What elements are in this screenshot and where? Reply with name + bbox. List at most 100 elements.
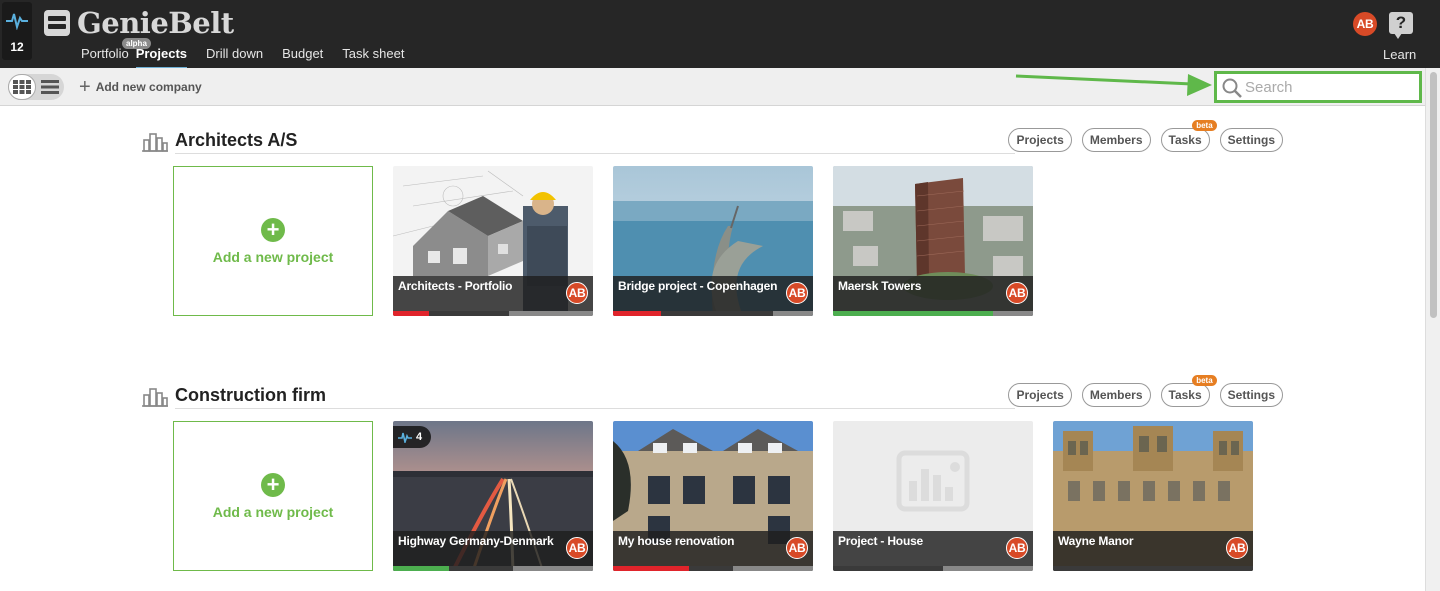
project-cards: + Add a new project Architects - Portfol… (173, 166, 1053, 316)
project-cards: + Add a new project 4 Highway Germany-De… (173, 421, 1273, 571)
project-name: Bridge project - Copenhagen (618, 279, 778, 293)
add-project-card[interactable]: + Add a new project (173, 166, 373, 316)
company-section: Construction firm Projects Members Tasks… (142, 375, 1283, 571)
nav-projects[interactable]: Projects (135, 46, 188, 69)
company-building-icon (142, 133, 168, 152)
search-icon (1222, 78, 1242, 98)
annotation-arrow-icon (1015, 74, 1212, 96)
project-owner-avatar[interactable]: AB (1006, 537, 1028, 559)
project-info-bar: Maersk Towers AB (833, 276, 1033, 316)
company-members-button[interactable]: Members (1081, 128, 1151, 152)
company-tasks-button[interactable]: Tasks beta (1160, 120, 1217, 152)
tasks-label: Tasks (1168, 133, 1202, 147)
logo-text: GenieBelt (77, 6, 234, 40)
logo-mark-icon (44, 10, 70, 36)
company-projects-button[interactable]: Projects (1008, 128, 1072, 152)
project-pulse-count: 4 (416, 431, 423, 443)
progress-fill (833, 311, 1033, 316)
project-card[interactable]: Wayne Manor AB (1053, 421, 1253, 571)
project-name: Maersk Towers (838, 279, 922, 293)
plus-circle-icon: + (261, 472, 285, 497)
pulse-count: 12 (10, 40, 24, 54)
project-progress-bar (833, 566, 1033, 571)
learn-link[interactable]: Learn (1383, 47, 1416, 62)
project-name: Architects - Portfolio (398, 279, 513, 293)
project-name: My house renovation (618, 534, 735, 548)
project-info-bar: My house renovation AB (613, 531, 813, 571)
project-progress-bar (393, 311, 593, 316)
nav-drill-down[interactable]: Drill down (206, 46, 263, 67)
vertical-scrollbar[interactable] (1425, 68, 1440, 591)
project-info-bar: Architects - Portfolio AB (393, 276, 593, 316)
company-actions: Projects Members Tasks beta Settings (998, 375, 1283, 407)
project-owner-avatar[interactable]: AB (566, 282, 588, 304)
list-view-button[interactable] (36, 74, 64, 100)
add-project-card[interactable]: + Add a new project (173, 421, 373, 571)
project-card[interactable]: 4 Highway Germany-Denmark AB (393, 421, 593, 571)
grid-view-button[interactable] (8, 74, 36, 100)
beta-badge: beta (1192, 120, 1217, 131)
company-projects-button[interactable]: Projects (1008, 383, 1072, 407)
company-section: Architects A/S Projects Members Tasks be… (142, 120, 1283, 316)
project-pulse-badge[interactable]: 4 (393, 426, 431, 448)
project-card[interactable]: Maersk Towers AB (833, 166, 1033, 316)
progress-fill (613, 566, 813, 571)
top-header: 12 GenieBelt Portfolio alpha Projects Dr… (0, 0, 1440, 69)
project-progress-bar (833, 311, 1033, 316)
project-progress-bar (393, 566, 593, 571)
geniebelt-logo[interactable]: GenieBelt (44, 6, 234, 40)
progress-fill (393, 311, 593, 316)
plus-icon: + (79, 76, 91, 98)
project-info-bar: Project - House AB (833, 531, 1033, 571)
company-members-button[interactable]: Members (1081, 383, 1151, 407)
project-owner-avatar[interactable]: AB (786, 282, 808, 304)
add-company-label: Add new company (95, 80, 202, 94)
project-info-bar: Bridge project - Copenhagen AB (613, 276, 813, 316)
add-company-button[interactable]: + Add new company (79, 76, 202, 98)
project-progress-bar (613, 311, 813, 316)
pulse-notifications[interactable]: 12 (2, 2, 32, 60)
user-avatar[interactable]: AB (1353, 12, 1377, 36)
company-building-icon (142, 388, 168, 407)
divider (175, 408, 1015, 409)
company-tasks-button[interactable]: Tasks beta (1160, 375, 1217, 407)
project-info-bar: Highway Germany-Denmark AB (393, 531, 593, 571)
pulse-icon (6, 13, 28, 30)
divider (175, 153, 1015, 154)
pulse-icon (398, 432, 412, 443)
beta-badge: beta (1192, 375, 1217, 386)
help-icon[interactable]: ? (1389, 12, 1413, 39)
company-header: Construction firm Projects Members Tasks… (142, 375, 1283, 413)
company-settings-button[interactable]: Settings (1219, 128, 1283, 152)
project-progress-bar (613, 566, 813, 571)
project-info-bar: Wayne Manor AB (1053, 531, 1253, 571)
project-owner-avatar[interactable]: AB (1006, 282, 1028, 304)
search-box (1214, 71, 1422, 103)
project-card[interactable]: Project - House AB (833, 421, 1033, 571)
nav-portfolio[interactable]: Portfolio alpha (81, 38, 151, 67)
project-owner-avatar[interactable]: AB (1226, 537, 1248, 559)
progress-fill (613, 311, 813, 316)
project-progress-bar (1053, 566, 1253, 571)
scrollbar-thumb[interactable] (1430, 72, 1437, 318)
grid-icon (13, 80, 31, 94)
project-card[interactable]: Architects - Portfolio AB (393, 166, 593, 316)
project-card[interactable]: My house renovation AB (613, 421, 813, 571)
project-name: Project - House (838, 534, 924, 548)
company-settings-button[interactable]: Settings (1219, 383, 1283, 407)
nav-budget[interactable]: Budget (282, 46, 323, 67)
search-input[interactable] (1245, 77, 1415, 97)
company-header: Architects A/S Projects Members Tasks be… (142, 120, 1283, 158)
company-name[interactable]: Architects A/S (175, 130, 297, 151)
project-card[interactable]: Bridge project - Copenhagen AB (613, 166, 813, 316)
nav-portfolio-label: Portfolio (81, 46, 129, 61)
view-toggle (8, 74, 64, 100)
nav-task-sheet[interactable]: Task sheet (342, 46, 404, 67)
add-project-label: Add a new project (212, 503, 334, 520)
project-owner-avatar[interactable]: AB (566, 537, 588, 559)
project-owner-avatar[interactable]: AB (786, 537, 808, 559)
company-name[interactable]: Construction firm (175, 385, 326, 406)
tasks-label: Tasks (1168, 388, 1202, 402)
main-nav: Portfolio alpha Projects Drill down Budg… (81, 38, 423, 69)
list-icon (41, 80, 59, 94)
